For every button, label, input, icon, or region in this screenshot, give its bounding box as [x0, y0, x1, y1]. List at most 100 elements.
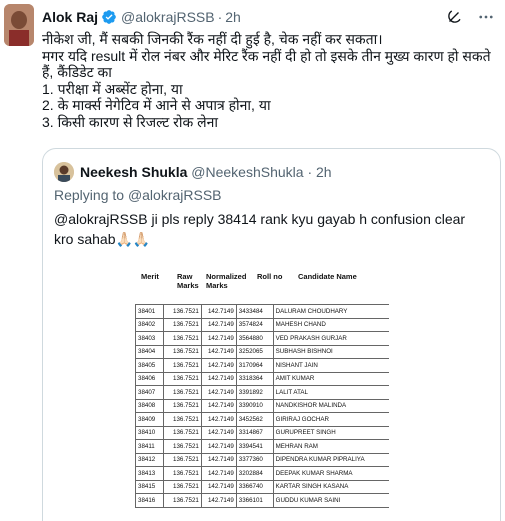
- table-row: 38404 136.7521 142.7149 3252065 SUBHASH BISH…: [135, 344, 389, 359]
- cell-merit: 38401: [135, 304, 164, 319]
- cell-roll-no: 3318364: [235, 371, 274, 386]
- cell-roll-no: 3170964: [235, 358, 274, 373]
- cell-candidate-name: GUDDU KUMAR SAINI: [272, 493, 389, 508]
- verified-badge-icon: [102, 10, 116, 24]
- table-row: 38415 136.7521 142.7149 3366740 KARTAR SINGH…: [135, 479, 389, 494]
- table-row: 38401 136.7521 142.7149 3433484 DALURAM CHOU…: [135, 304, 389, 319]
- cell-roll-no: 3394541: [235, 439, 274, 454]
- cell-roll-no: 3202884: [235, 466, 274, 481]
- table-row: 38409 136.7521 142.7149 3452562 GIRIRAJ GOCH…: [135, 412, 389, 427]
- quoted-author-handle[interactable]: @NeekeshShukla: [191, 164, 303, 180]
- separator-dot: ·: [307, 164, 313, 180]
- cell-raw-marks: 136.7521: [162, 425, 202, 440]
- table-row: 38413 136.7521 142.7149 3202884 DEEPAK KUMAR…: [135, 466, 389, 481]
- more-options-icon[interactable]: [477, 8, 495, 26]
- cell-raw-marks: 136.7521: [162, 493, 202, 508]
- table-row: 38412 136.7521 142.7149 3377360 DIPENDRA KUM…: [135, 452, 389, 467]
- cell-merit: 38415: [135, 479, 164, 494]
- table-row: 38411 136.7521 142.7149 3394541 MEHRAN RAM: [135, 439, 389, 454]
- cell-candidate-name: SUBHASH BISHNOI: [272, 344, 389, 359]
- table-row: 38408 136.7521 142.7149 3390910 NANDKISHOR M…: [135, 398, 389, 413]
- cell-normalized-marks: 142.7149: [200, 385, 237, 400]
- cell-raw-marks: 136.7521: [162, 304, 202, 319]
- cell-raw-marks: 136.7521: [162, 385, 202, 400]
- cell-roll-no: 3366740: [235, 479, 274, 494]
- cell-roll-no: 3252065: [235, 344, 274, 359]
- cell-candidate-name: MAHESH CHAND: [272, 317, 389, 332]
- tweet-line: 1. परीक्षा में अब्सेंट होना, या: [42, 80, 183, 97]
- cell-normalized-marks: 142.7149: [200, 371, 237, 386]
- cell-raw-marks: 136.7521: [162, 331, 202, 346]
- cell-merit: 38413: [135, 466, 164, 481]
- replying-to-label: Replying to: [54, 187, 125, 203]
- cell-merit: 38411: [135, 439, 164, 454]
- cell-roll-no: 3390910: [235, 398, 274, 413]
- cell-merit: 38407: [135, 385, 164, 400]
- tweet-text: नीकेश जी, मैं सबकी जिनकी रैंक नहीं दी हु…: [42, 31, 497, 131]
- quoted-text: @alokrajRSSB ji pls reply 38414 rank kyu…: [54, 211, 466, 247]
- author-handle[interactable]: @alokrajRSSB: [121, 9, 215, 25]
- cell-candidate-name: VED PRAKASH GURJAR: [272, 331, 389, 346]
- cell-raw-marks: 136.7521: [162, 479, 202, 494]
- tweet-header: Alok Raj @alokrajRSSB · 2h: [42, 9, 241, 25]
- cell-raw-marks: 136.7521: [162, 317, 202, 332]
- cell-candidate-name: DIPENDRA KUMAR PIPRALIYA: [272, 452, 389, 467]
- table-row: 38403 136.7521 142.7149 3564880 VED PRAKASH …: [135, 331, 389, 346]
- cell-roll-no: 3574824: [235, 317, 274, 332]
- cell-merit: 38402: [135, 317, 164, 332]
- cell-roll-no: 3564880: [235, 331, 274, 346]
- replying-to-mention[interactable]: @alokrajRSSB: [128, 187, 222, 203]
- quoted-author-avatar[interactable]: [54, 162, 74, 182]
- author-name[interactable]: Alok Raj: [42, 9, 98, 25]
- cell-normalized-marks: 142.7149: [200, 344, 237, 359]
- cell-merit: 38416: [135, 493, 164, 508]
- cell-roll-no: 3452562: [235, 412, 274, 427]
- cell-merit: 38403: [135, 331, 164, 346]
- cell-candidate-name: LALIT ATAL: [272, 385, 389, 400]
- cell-raw-marks: 136.7521: [162, 412, 202, 427]
- result-sheet-header: Merit Raw Marks Normalized Marks Roll no…: [85, 268, 385, 302]
- quoted-author-name[interactable]: Neekesh Shukla: [80, 164, 187, 180]
- table-row: 38407 136.7521 142.7149 3391892 LALIT ATAL: [135, 385, 389, 400]
- tweet-time[interactable]: 2h: [225, 9, 241, 25]
- cell-raw-marks: 136.7521: [162, 344, 202, 359]
- cell-roll-no: 3391892: [235, 385, 274, 400]
- table-row: 38402 136.7521 142.7149 3574824 MAHESH CHAND: [135, 317, 389, 332]
- tweet-line: नीकेश जी, मैं सबकी जिनकी रैंक नहीं दी हु…: [42, 31, 383, 47]
- quoted-header: Neekesh Shukla @NeekeshShukla · 2h: [80, 164, 332, 180]
- result-table: 38401 136.7521 142.7149 3433484 DALURAM CHOU…: [135, 304, 389, 508]
- cell-normalized-marks: 142.7149: [200, 466, 237, 481]
- cell-candidate-name: MEHRAN RAM: [272, 439, 389, 454]
- header-normalized-marks: Normalized Marks: [206, 272, 247, 290]
- cell-raw-marks: 136.7521: [162, 452, 202, 467]
- cell-candidate-name: DALURAM CHOUDHARY: [272, 304, 389, 319]
- cell-normalized-marks: 142.7149: [200, 317, 237, 332]
- cell-merit: 38410: [135, 425, 164, 440]
- quoted-time[interactable]: 2h: [316, 164, 332, 180]
- cell-normalized-marks: 142.7149: [200, 425, 237, 440]
- cell-candidate-name: AMIT KUMAR: [272, 371, 389, 386]
- cell-roll-no: 3433484: [235, 304, 274, 319]
- cell-normalized-marks: 142.7149: [200, 398, 237, 413]
- cell-raw-marks: 136.7521: [162, 439, 202, 454]
- cell-merit: 38409: [135, 412, 164, 427]
- header-roll-no: Roll no: [257, 272, 283, 281]
- cell-normalized-marks: 142.7149: [200, 304, 237, 319]
- cell-normalized-marks: 142.7149: [200, 493, 237, 508]
- cell-raw-marks: 136.7521: [162, 398, 202, 413]
- cell-normalized-marks: 142.7149: [200, 358, 237, 373]
- table-row: 38416 136.7521 142.7149 3366101 GUDDU KUMAR …: [135, 493, 389, 508]
- table-row: 38406 136.7521 142.7149 3318364 AMIT KUMAR: [135, 371, 389, 386]
- cell-merit: 38408: [135, 398, 164, 413]
- cell-raw-marks: 136.7521: [162, 371, 202, 386]
- cell-candidate-name: NISHANT JAIN: [272, 358, 389, 373]
- cell-merit: 38406: [135, 371, 164, 386]
- cell-candidate-name: KARTAR SINGH KASANA: [272, 479, 389, 494]
- result-sheet-image[interactable]: Merit Raw Marks Normalized Marks Roll no…: [85, 264, 389, 521]
- cell-candidate-name: GIRIRAJ GOCHAR: [272, 412, 389, 427]
- cell-normalized-marks: 142.7149: [200, 479, 237, 494]
- cell-roll-no: 3377360: [235, 452, 274, 467]
- cell-raw-marks: 136.7521: [162, 358, 202, 373]
- grok-icon[interactable]: [445, 8, 463, 26]
- author-avatar[interactable]: [4, 4, 34, 46]
